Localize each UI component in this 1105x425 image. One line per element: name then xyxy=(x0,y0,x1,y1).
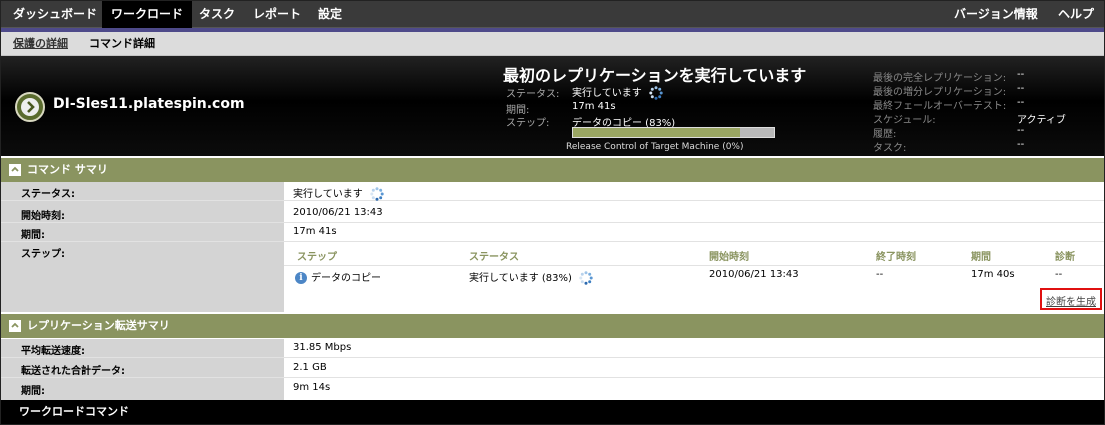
step-duration-cell: 17m 40s xyxy=(971,269,1015,280)
col-header-status: ステータス xyxy=(469,252,519,263)
tasks-value: -- xyxy=(1017,139,1025,150)
workload-commands-bar: ワークロードコマンド xyxy=(1,400,1104,424)
progress-caption: Release Control of Target Machine (0%) xyxy=(566,142,744,152)
schedule-value: アクティブ xyxy=(1017,115,1066,126)
step-diagnostics-cell: -- xyxy=(1055,269,1063,280)
step-end-cell: -- xyxy=(876,269,884,280)
duration-label: 期間: xyxy=(21,230,45,241)
duration-value: 17m 41s xyxy=(293,226,337,237)
status-label: ステータス: xyxy=(21,189,75,200)
nav-reports[interactable]: レポート xyxy=(244,1,310,28)
spinner-icon xyxy=(579,271,593,285)
transfer-duration-value: 9m 14s xyxy=(293,382,331,393)
workload-commands-title: ワークロードコマンド xyxy=(19,405,129,418)
generate-diagnostics-link[interactable]: 診断を生成 xyxy=(1046,293,1096,308)
nav-settings[interactable]: 設定 xyxy=(309,1,351,28)
step-start-cell: 2010/06/21 13:43 xyxy=(709,269,799,280)
top-nav: ダッシュボード ワークロード タスク レポート 設定 バージョン情報 ヘルプ xyxy=(1,1,1104,28)
last-failover-test-value: -- xyxy=(1017,97,1025,108)
breadcrumb: 保護の詳細 コマンド詳細 xyxy=(1,32,1104,56)
start-time-value: 2010/06/21 13:43 xyxy=(293,207,383,218)
step-status: 実行しています (83%) xyxy=(469,273,572,284)
status-text: 実行しています xyxy=(293,189,363,200)
header-status-label: ステータス: xyxy=(506,89,560,100)
header-status-value: 実行しています xyxy=(572,84,663,100)
last-incremental-replication-label: 最後の増分レプリケーション: xyxy=(873,87,1007,98)
workload-name: DI-Sles11.platespin.com xyxy=(53,96,245,112)
transfer-rate-row: 平均転送速度: 31.85 Mbps xyxy=(1,339,1104,358)
spinner-icon xyxy=(370,187,384,201)
transfer-summary-title: レプリケーション転送サマリ xyxy=(27,319,170,332)
steps-label: ステップ: xyxy=(21,249,65,260)
header-duration-value: 17m 41s xyxy=(572,101,616,112)
transfer-duration-row: 期間: 9m 14s xyxy=(1,379,1104,400)
header-status-text: 実行しています xyxy=(572,88,642,99)
total-data-label: 転送された合計データ: xyxy=(21,366,125,377)
col-header-step: ステップ xyxy=(297,252,337,263)
col-header-diagnostics: 診断 xyxy=(1055,252,1075,263)
app-frame: ダッシュボード ワークロード タスク レポート 設定 バージョン情報 ヘルプ 保… xyxy=(0,0,1105,425)
header-step-label: ステップ: xyxy=(506,118,550,129)
nav-workloads[interactable]: ワークロード xyxy=(102,1,193,28)
generate-diagnostics-highlight: 診断を生成 xyxy=(1040,288,1102,310)
table-divider xyxy=(284,265,1104,266)
step-progress-bar xyxy=(572,127,775,138)
total-data-value: 2.1 GB xyxy=(293,362,327,373)
schedule-label: スケジュール: xyxy=(873,115,936,126)
breadcrumb-command-details: コマンド詳細 xyxy=(89,37,155,50)
status-value: 実行しています xyxy=(293,185,384,201)
col-header-duration: 期間 xyxy=(971,252,991,263)
collapse-icon[interactable] xyxy=(9,320,21,332)
status-row: ステータス: 実行しています xyxy=(1,182,1104,201)
workload-header: DI-Sles11.platespin.com 最初のレプリケーションを実行して… xyxy=(1,56,1104,156)
step-name: データのコピー xyxy=(311,273,381,284)
step-status-cell: 実行しています (83%) xyxy=(469,269,593,285)
nav-tasks[interactable]: タスク xyxy=(190,1,244,28)
spinner-icon xyxy=(649,86,663,100)
col-header-start: 開始時刻 xyxy=(709,252,749,263)
transfer-rate-value: 31.85 Mbps xyxy=(293,342,352,353)
command-summary-header[interactable]: コマンド サマリ xyxy=(1,158,1104,182)
info-icon[interactable]: i xyxy=(295,272,307,284)
transfer-rate-label: 平均転送速度: xyxy=(21,346,85,357)
command-summary-title: コマンド サマリ xyxy=(27,163,108,176)
collapse-icon[interactable] xyxy=(9,164,21,176)
last-failover-test-label: 最終フェールオーバーテスト: xyxy=(873,101,1007,112)
col-header-end: 終了時刻 xyxy=(876,252,916,263)
transfer-summary-header[interactable]: レプリケーション転送サマリ xyxy=(1,314,1104,338)
start-time-label: 開始時刻: xyxy=(21,211,65,222)
breadcrumb-protection-details[interactable]: 保護の詳細 xyxy=(13,32,68,56)
start-time-row: 開始時刻: 2010/06/21 13:43 xyxy=(1,204,1104,223)
page-title: 最初のレプリケーションを実行しています xyxy=(503,66,807,85)
step-progress-fill xyxy=(573,128,740,137)
nav-help[interactable]: ヘルプ xyxy=(1049,1,1103,28)
tasks-label: タスク: xyxy=(873,143,907,154)
last-incremental-replication-value: -- xyxy=(1017,83,1025,94)
step-name-cell: i データのコピー xyxy=(295,269,381,284)
last-full-replication-value: -- xyxy=(1017,69,1025,80)
history-value: -- xyxy=(1017,125,1025,136)
workload-status-icon xyxy=(15,92,45,122)
duration-row: 期間: 17m 41s xyxy=(1,223,1104,242)
history-label: 履歴: xyxy=(873,129,897,140)
nav-dashboard[interactable]: ダッシュボード xyxy=(4,1,106,28)
nav-about[interactable]: バージョン情報 xyxy=(945,1,1047,28)
last-full-replication-label: 最後の完全レプリケーション: xyxy=(873,73,1007,84)
total-data-row: 転送された合計データ: 2.1 GB xyxy=(1,359,1104,378)
transfer-duration-label: 期間: xyxy=(21,386,45,397)
